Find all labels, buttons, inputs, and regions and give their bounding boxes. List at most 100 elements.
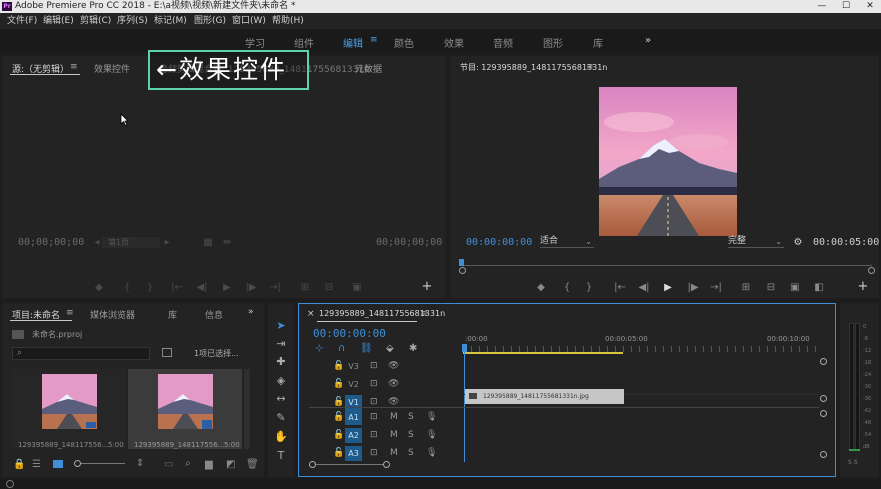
- eye-icon[interactable]: 👁: [388, 397, 399, 407]
- new-bin-icon[interactable]: ▆: [205, 459, 213, 470]
- program-goto-out-button[interactable]: →|: [709, 282, 723, 294]
- slip-tool-icon[interactable]: ↔: [273, 392, 289, 405]
- solo-button[interactable]: S: [408, 448, 414, 458]
- track-lock-icon[interactable]: 🔓: [333, 412, 344, 422]
- timeline-horizontal-scrollbar[interactable]: [311, 464, 387, 465]
- microphone-icon[interactable]: 🎙: [426, 448, 437, 458]
- insert-sequence-icon[interactable]: ⊹: [315, 343, 323, 354]
- find-icon[interactable]: ⌕: [185, 458, 191, 469]
- program-settings-wrench-icon[interactable]: ⚙: [791, 237, 805, 249]
- mute-button[interactable]: M: [390, 448, 398, 458]
- snap-icon[interactable]: ∩: [338, 343, 345, 354]
- hscroll-handle-right[interactable]: [383, 461, 390, 468]
- program-lift-button[interactable]: ⊞: [739, 282, 753, 294]
- track-sync-lock-icon[interactable]: ⊡: [370, 412, 378, 422]
- selection-tool-icon[interactable]: ➤: [273, 319, 289, 332]
- program-mark-in-button[interactable]: {: [560, 282, 574, 294]
- track-sync-lock-icon[interactable]: ⊡: [370, 397, 378, 407]
- mute-button[interactable]: M: [390, 412, 398, 422]
- project-item-selected[interactable]: 129395889_148117556... 5:00: [128, 369, 242, 449]
- program-goto-in-button[interactable]: |←: [613, 282, 627, 294]
- menu-graphics[interactable]: 图形(G): [194, 13, 226, 29]
- program-step-back-button[interactable]: ◀|: [637, 282, 651, 294]
- new-item-icon[interactable]: ◩: [226, 459, 235, 470]
- video-scroll-handle[interactable]: [820, 358, 827, 365]
- workspace-audio[interactable]: 音频: [493, 35, 513, 50]
- razor-tool-icon[interactable]: ◈: [273, 374, 289, 387]
- add-marker-icon[interactable]: ⬙: [386, 343, 394, 354]
- workspace-color[interactable]: 颜色: [394, 35, 414, 50]
- track-label-a3[interactable]: A3: [345, 446, 362, 461]
- workspace-more-icon[interactable]: »: [645, 35, 651, 46]
- source-add-button[interactable]: +: [420, 280, 434, 293]
- source-timecode-out[interactable]: 00;00;00;00: [376, 237, 442, 248]
- list-view-icon[interactable]: ☰: [32, 459, 41, 470]
- workspace-effects[interactable]: 效果: [444, 35, 464, 50]
- program-compare-button[interactable]: ◧: [812, 282, 826, 294]
- menu-edit[interactable]: 编辑(E): [43, 13, 74, 29]
- zoom-slider[interactable]: [75, 463, 125, 464]
- menu-file[interactable]: 文件(F): [7, 13, 37, 29]
- automate-icon[interactable]: ▭: [164, 459, 173, 470]
- microphone-icon[interactable]: 🎙: [426, 430, 437, 440]
- tab-metadata[interactable]: 元数据: [355, 62, 382, 75]
- solo-button[interactable]: S: [408, 412, 414, 422]
- pen-tool-icon[interactable]: ✎: [273, 411, 289, 424]
- menu-markers[interactable]: 标记(M): [154, 13, 187, 29]
- video-scroll-handle[interactable]: [820, 395, 827, 402]
- solo-button[interactable]: S: [408, 430, 414, 440]
- minimize-button[interactable]: —: [810, 0, 834, 13]
- icon-view-icon[interactable]: [53, 460, 63, 468]
- project-more-icon[interactable]: »: [248, 307, 254, 317]
- meter-solo-buttons[interactable]: S S: [848, 459, 858, 466]
- hscroll-handle-left[interactable]: [309, 461, 316, 468]
- work-area-bar[interactable]: [463, 352, 623, 354]
- track-lock-icon[interactable]: 🔓: [333, 430, 344, 440]
- track-select-tool-icon[interactable]: ⇥: [273, 337, 289, 350]
- program-step-fwd-button[interactable]: |▶: [686, 282, 700, 294]
- tab-effect-controls[interactable]: 效果控件: [94, 62, 130, 75]
- program-zoom-handle-left[interactable]: [459, 267, 466, 274]
- track-lock-icon[interactable]: 🔓: [333, 379, 344, 389]
- source-page-select[interactable]: 第1页: [102, 237, 160, 248]
- program-add-button[interactable]: +: [856, 280, 870, 293]
- audio-scroll-handle[interactable]: [820, 410, 827, 417]
- program-export-frame-button[interactable]: ▣: [788, 282, 802, 294]
- timeline-timecode[interactable]: 00:00:00:00: [313, 327, 386, 340]
- program-scrub-bar[interactable]: [462, 265, 872, 266]
- timeline-clip[interactable]: 129395889_14811755681331n.jpg: [465, 389, 624, 404]
- program-extract-button[interactable]: ⊟: [764, 282, 778, 294]
- program-mark-out-button[interactable]: }: [582, 282, 596, 294]
- timeline-menu-icon[interactable]: ≡: [420, 309, 428, 319]
- track-lock-icon[interactable]: 🔓: [333, 448, 344, 458]
- project-item[interactable]: 129395889_148117556... 5:00: [12, 369, 126, 449]
- ripple-edit-tool-icon[interactable]: ✚: [273, 355, 289, 368]
- track-sync-lock-icon[interactable]: ⊡: [370, 379, 378, 389]
- new-search-bin-icon[interactable]: [162, 348, 172, 357]
- tab-info[interactable]: 信息: [205, 308, 223, 321]
- program-menu-icon[interactable]: ≡: [586, 62, 594, 72]
- project-menu-icon[interactable]: ≡: [66, 308, 74, 318]
- track-label-a2[interactable]: A2: [345, 428, 362, 443]
- linked-selection-icon[interactable]: ⛓: [360, 343, 373, 354]
- sort-icon[interactable]: ⇕: [136, 458, 144, 469]
- track-label-v3[interactable]: V3: [345, 359, 362, 374]
- close-window-button[interactable]: ✕: [858, 0, 881, 13]
- hand-tool-icon[interactable]: ✋: [273, 430, 289, 443]
- program-play-button[interactable]: ▶: [661, 282, 675, 294]
- workspace-libraries[interactable]: 库: [593, 35, 603, 50]
- source-menu-icon[interactable]: ≡: [70, 62, 78, 72]
- project-scrollbar[interactable]: [244, 369, 250, 449]
- program-zoom-select[interactable]: 适合 ⌄: [540, 236, 594, 248]
- program-zoom-handle-right[interactable]: [868, 267, 875, 274]
- tab-media-browser[interactable]: 媒体浏览器: [90, 308, 135, 321]
- trash-icon[interactable]: 🗑: [246, 459, 259, 470]
- program-playhead[interactable]: [459, 259, 464, 266]
- menu-window[interactable]: 窗口(W): [232, 13, 266, 29]
- tab-libraries[interactable]: 库: [168, 308, 177, 321]
- mute-button[interactable]: M: [390, 430, 398, 440]
- track-label-v2[interactable]: V2: [345, 377, 362, 392]
- audio-scroll-handle[interactable]: [820, 451, 827, 458]
- microphone-icon[interactable]: 🎙: [426, 412, 437, 422]
- eye-icon[interactable]: 👁: [388, 379, 399, 389]
